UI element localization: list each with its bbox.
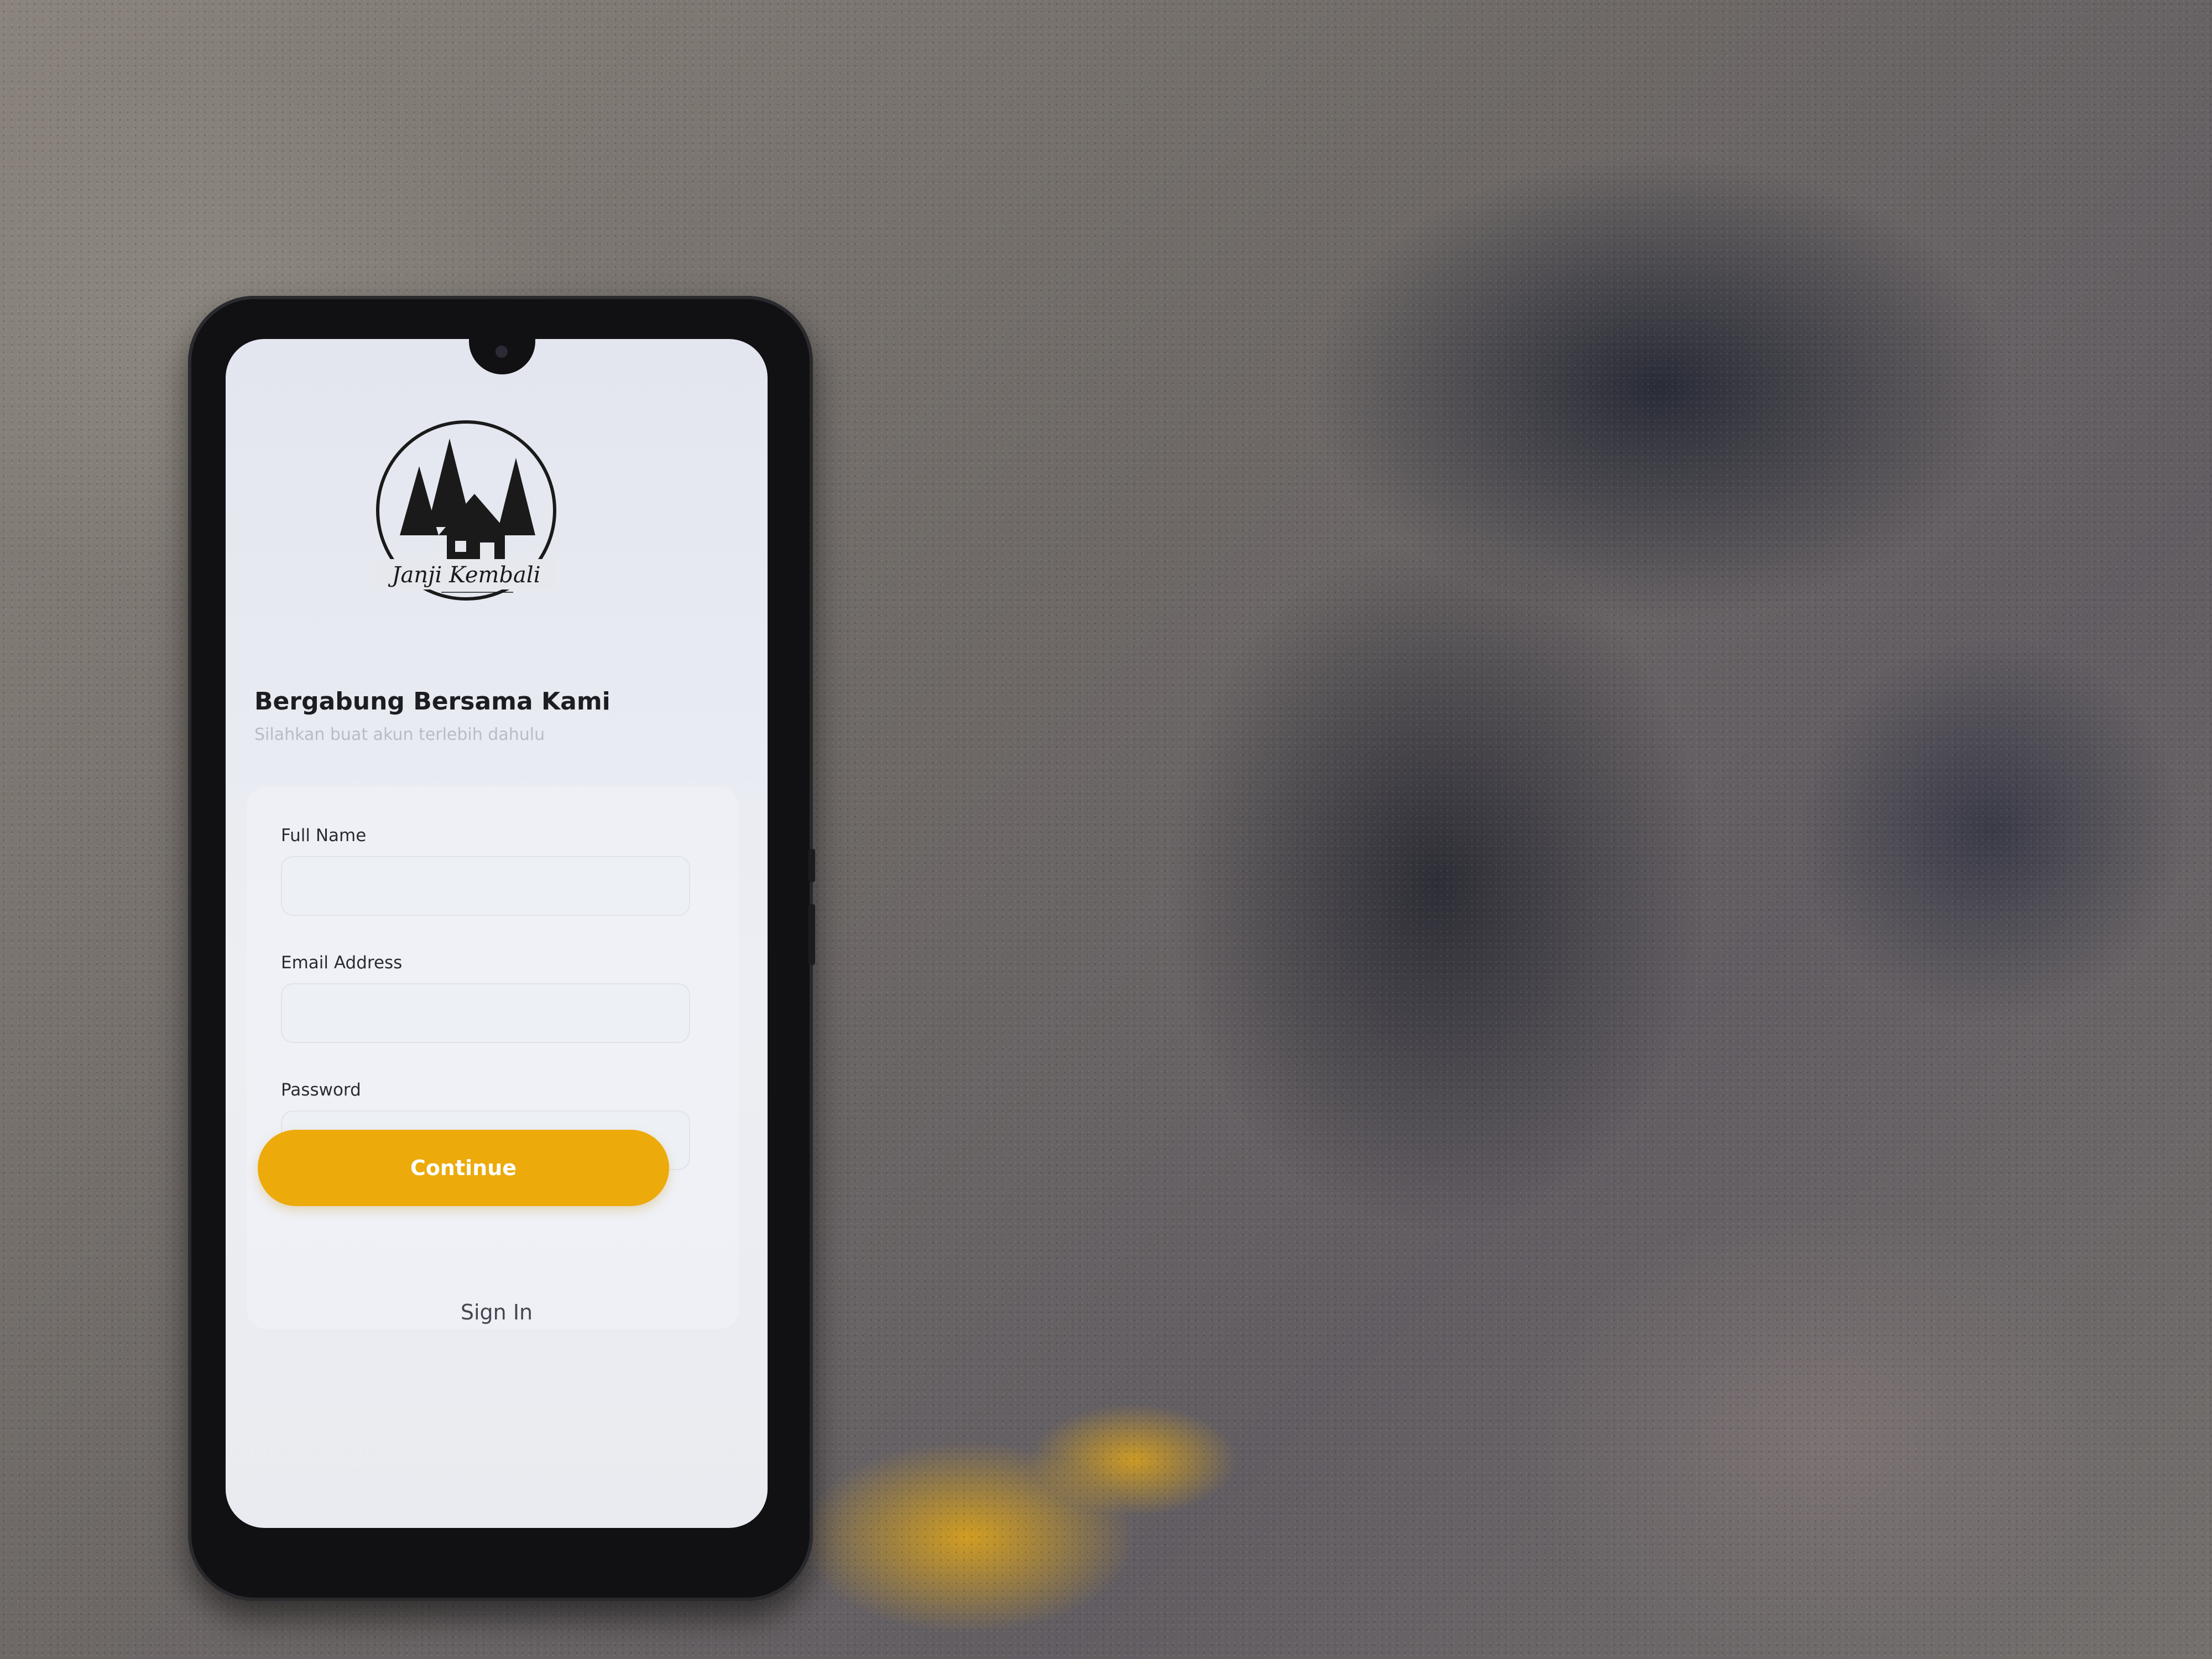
email-address-label: Email Address	[281, 953, 403, 973]
phone-side-button	[808, 849, 815, 882]
camera-notch	[469, 339, 535, 374]
signup-form-card: Full Name Email Address Password	[247, 787, 739, 1329]
page-subtitle: Silahkan buat akun terlebih dahulu	[254, 725, 545, 744]
janji-kembali-logo: Janji Kembali	[376, 420, 556, 601]
full-name-label: Full Name	[281, 826, 367, 846]
page-title: Bergabung Bersama Kami	[254, 687, 611, 716]
phone-volume-button	[808, 904, 815, 965]
password-label: Password	[281, 1080, 361, 1100]
logo-text: Janji Kembali	[388, 562, 540, 588]
email-field[interactable]	[281, 983, 690, 1043]
continue-button[interactable]: Continue	[258, 1130, 669, 1206]
sign-in-link[interactable]: Sign In	[226, 1300, 768, 1324]
app-screen: Janji Kembali Bergabung Bersama Kami Sil…	[226, 339, 768, 1528]
continue-button-label: Continue	[410, 1156, 517, 1180]
smartphone: Janji Kembali Bergabung Bersama Kami Sil…	[188, 296, 815, 1601]
front-camera	[495, 346, 508, 358]
full-name-field[interactable]	[281, 856, 690, 916]
